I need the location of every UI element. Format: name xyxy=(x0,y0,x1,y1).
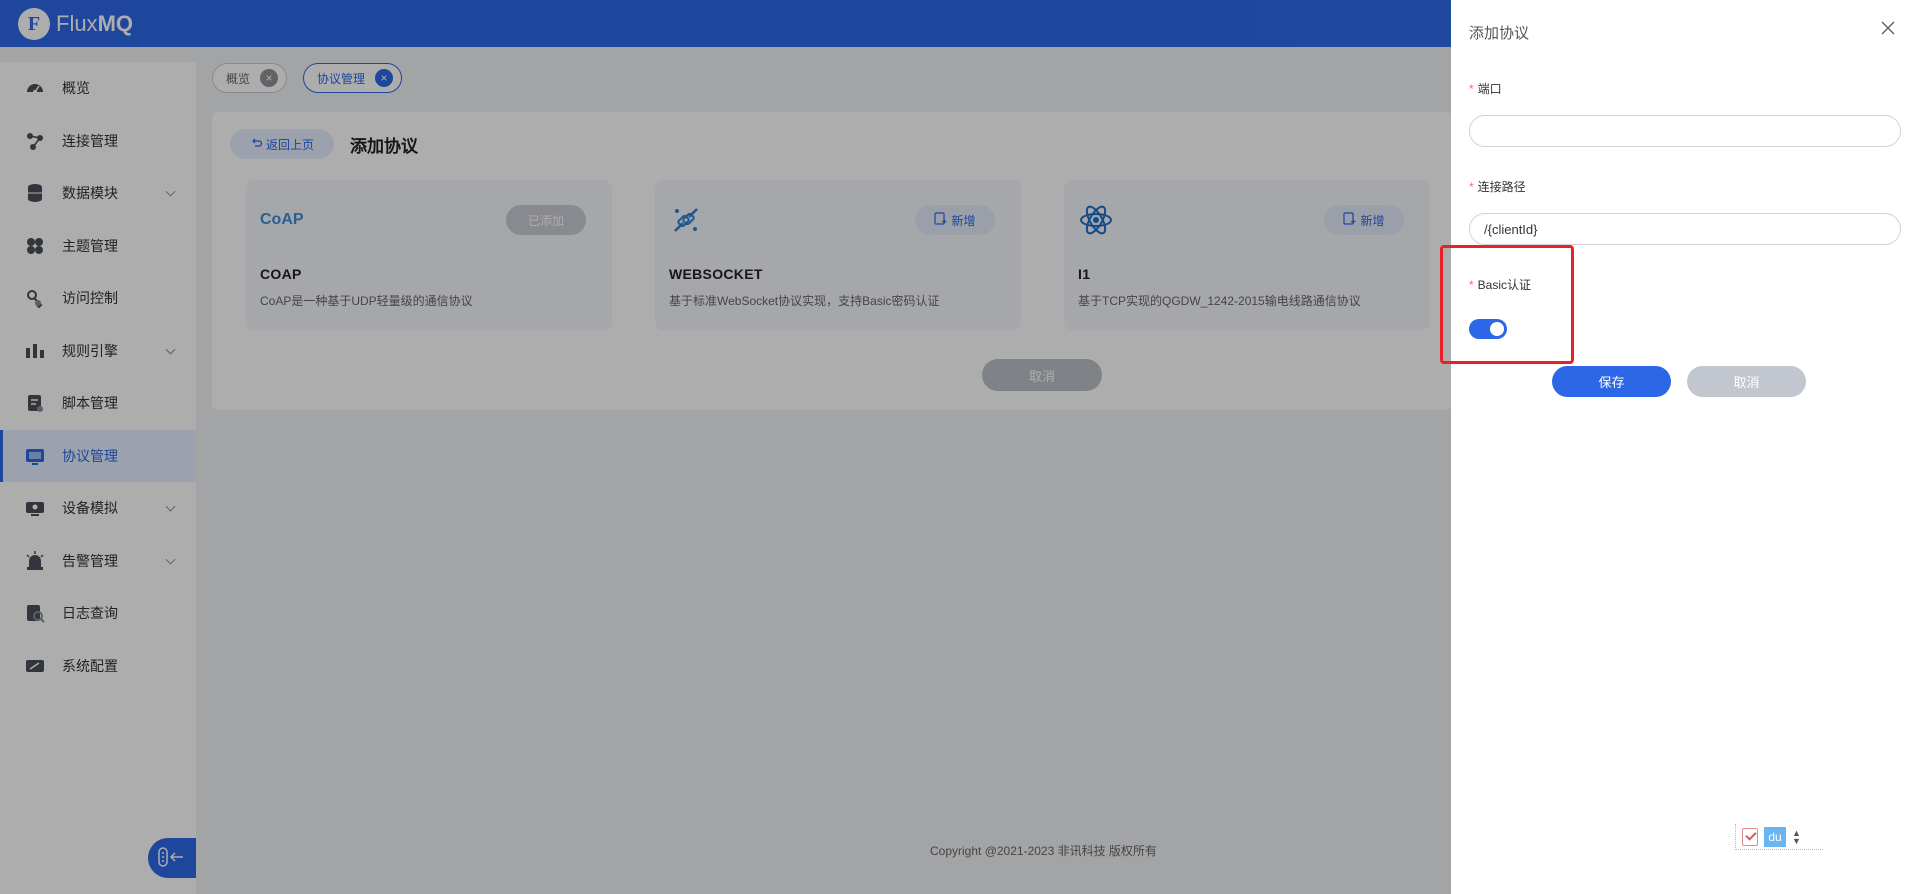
close-icon[interactable] xyxy=(1878,18,1898,38)
required-mark: * xyxy=(1469,180,1474,194)
add-protocol-drawer: 添加协议 *端口 *连接路径 *Basic认证 保存 取消 du ▲▼ xyxy=(1440,0,1920,894)
required-mark: * xyxy=(1469,82,1474,96)
path-label: * 连接路径 xyxy=(1469,180,1526,194)
highlight-annotation xyxy=(1440,245,1574,364)
floating-mini-toolbar: du ▲ ▼ xyxy=(1735,824,1823,850)
path-input[interactable] xyxy=(1469,213,1901,245)
port-input[interactable] xyxy=(1469,115,1901,147)
up-down-arrow-icon[interactable]: ▲ ▼ xyxy=(1792,828,1801,845)
drawer-cancel-button[interactable]: 取消 xyxy=(1687,366,1806,397)
save-button[interactable]: 保存 xyxy=(1552,366,1671,397)
port-label: * 端口 xyxy=(1469,82,1502,96)
checkbox-doc-icon[interactable] xyxy=(1742,827,1758,846)
du-icon[interactable]: du xyxy=(1764,826,1786,847)
drawer-title: 添加协议 xyxy=(1469,25,1530,42)
